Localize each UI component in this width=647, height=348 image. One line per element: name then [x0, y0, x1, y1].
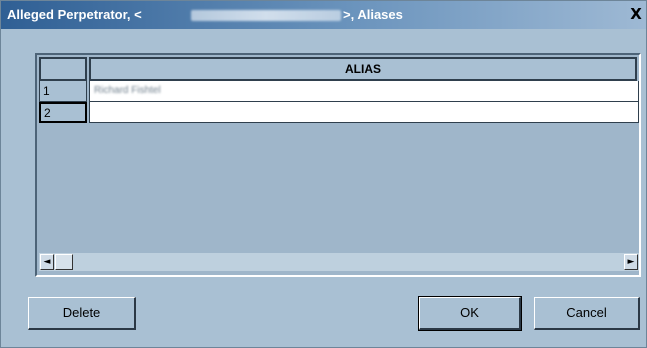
table-row[interactable]: 2 — [39, 102, 639, 123]
dialog-title-suffix: >, Aliases — [343, 7, 403, 22]
cancel-button[interactable]: Cancel — [534, 297, 640, 330]
scroll-left-icon[interactable]: ◄ — [40, 254, 54, 270]
scroll-thumb[interactable] — [55, 254, 73, 270]
delete-button[interactable]: Delete — [28, 297, 136, 330]
dialog-title-prefix: Alleged Perpetrator, < — [7, 7, 142, 22]
aliases-dialog: Alleged Perpetrator, < >, Aliases X ALIA… — [0, 0, 647, 348]
grid-corner-header — [39, 57, 87, 81]
alias-column-header[interactable]: ALIAS — [89, 57, 637, 81]
redacted-name — [191, 10, 341, 21]
scroll-right-icon[interactable]: ► — [624, 254, 638, 270]
close-button[interactable]: X — [628, 6, 644, 22]
ok-button[interactable]: OK — [418, 296, 522, 331]
title-bar: Alleged Perpetrator, < >, Aliases X — [1, 1, 646, 29]
alias-value: Richard Fishtel — [94, 85, 161, 96]
row-number[interactable]: 2 — [39, 102, 87, 123]
alias-grid[interactable]: ALIAS 1 Richard Fishtel 2 ◄ ► — [35, 53, 641, 277]
table-row[interactable]: 1 Richard Fishtel — [39, 81, 639, 102]
row-number[interactable]: 1 — [39, 81, 87, 102]
alias-cell[interactable]: Richard Fishtel — [89, 81, 639, 102]
horizontal-scrollbar[interactable]: ◄ ► — [39, 253, 639, 271]
alias-cell[interactable] — [89, 102, 639, 123]
